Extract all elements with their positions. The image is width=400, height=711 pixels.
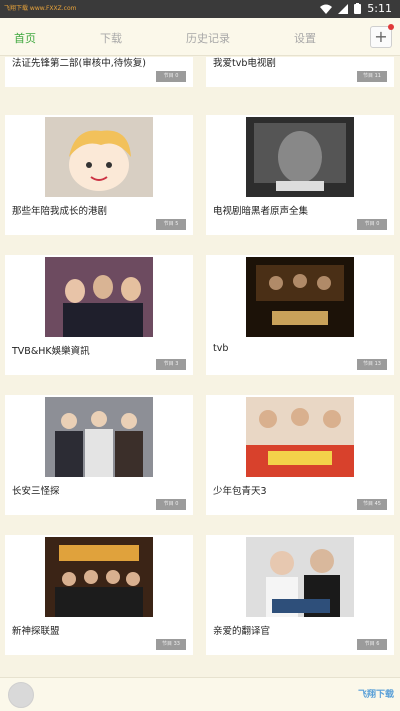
card-title: 我爱tvb电视剧 bbox=[213, 58, 276, 69]
playlist-card[interactable]: 少年包青天3 节目 45 bbox=[206, 395, 394, 515]
playlist-card[interactable]: 电视剧暗黑者原声全集 节目 0 bbox=[206, 115, 394, 235]
card-title: tvb bbox=[213, 343, 229, 354]
playlist-card[interactable]: tvb 节目 13 bbox=[206, 255, 394, 375]
status-icons: 5:11 bbox=[320, 2, 392, 15]
playlist-card[interactable]: 亲爱的翻译官 节目 6 bbox=[206, 535, 394, 655]
battery-icon bbox=[354, 3, 362, 14]
clock: 5:11 bbox=[367, 2, 392, 15]
plus-icon: + bbox=[374, 27, 388, 46]
card-title: 电视剧暗黑者原声全集 bbox=[213, 206, 309, 217]
add-button[interactable]: + bbox=[370, 24, 394, 48]
avatar[interactable] bbox=[8, 682, 34, 708]
card-title: 长安三怪探 bbox=[12, 486, 60, 497]
card-count-badge: 节目 11 bbox=[357, 71, 387, 82]
card-title: TVB&HK娛樂資訊 bbox=[12, 346, 90, 357]
watermark: 飞翔下载 www.FXXZ.com bbox=[4, 5, 77, 12]
card-title: 亲爱的翻译官 bbox=[213, 626, 271, 637]
playlist-card[interactable]: 我爱tvb电视剧 节目 11 bbox=[206, 57, 394, 87]
playlist-card[interactable]: TVB&HK娛樂資訊 节目 3 bbox=[5, 255, 193, 375]
notification-dot bbox=[388, 24, 394, 30]
card-count-badge: 节目 13 bbox=[357, 359, 387, 370]
card-count-badge: 节目 45 bbox=[357, 499, 387, 510]
card-count-badge: 节目 0 bbox=[357, 219, 387, 230]
site-logo: 飞翔下载 bbox=[357, 690, 394, 700]
card-count-badge: 节目 0 bbox=[156, 71, 186, 82]
tab-history[interactable]: 历史记录 bbox=[186, 30, 230, 46]
drama-poster-thumbnail bbox=[246, 257, 354, 337]
cartoon-thumbnail bbox=[45, 117, 153, 197]
playlist-card[interactable]: 长安三怪探 节目 0 bbox=[5, 395, 193, 515]
tab-download[interactable]: 下载 bbox=[100, 30, 122, 46]
drama-poster-thumbnail bbox=[45, 397, 153, 477]
tab-bar: 首页 下载 历史记录 设置 + bbox=[0, 18, 400, 56]
drama-poster-thumbnail bbox=[246, 397, 354, 477]
card-count-badge: 节目 33 bbox=[156, 639, 186, 650]
drama-poster-thumbnail bbox=[246, 537, 354, 617]
playlist-card[interactable]: 法证先锋第二部(审核中,待恢复) 节目 0 bbox=[5, 57, 193, 87]
tab-home[interactable]: 首页 bbox=[14, 30, 36, 46]
bottom-bar: 飞翔下载 bbox=[0, 677, 400, 711]
signal-icon bbox=[338, 3, 349, 14]
card-title: 少年包青天3 bbox=[213, 486, 267, 497]
drama-poster-thumbnail bbox=[246, 117, 354, 197]
status-bar: 飞翔下载 www.FXXZ.com 5:11 bbox=[0, 0, 400, 18]
card-title: 新神探联盟 bbox=[12, 626, 60, 637]
tab-settings[interactable]: 设置 bbox=[294, 30, 316, 46]
card-title: 那些年陪我成长的港剧 bbox=[12, 206, 108, 217]
card-count-badge: 节目 0 bbox=[156, 499, 186, 510]
drama-poster-thumbnail bbox=[45, 537, 153, 617]
wifi-icon bbox=[320, 4, 333, 14]
card-count-badge: 节目 6 bbox=[357, 639, 387, 650]
playlist-grid: 法证先锋第二部(审核中,待恢复) 节目 0 我爱tvb电视剧 节目 11 那些年… bbox=[0, 57, 400, 677]
card-count-badge: 节目 3 bbox=[156, 359, 186, 370]
entertainment-photo-thumbnail bbox=[45, 257, 153, 337]
playlist-card[interactable]: 新神探联盟 节目 33 bbox=[5, 535, 193, 655]
card-count-badge: 节目 5 bbox=[156, 219, 186, 230]
card-title: 法证先锋第二部(审核中,待恢复) bbox=[12, 58, 146, 69]
playlist-card[interactable]: 那些年陪我成长的港剧 节目 5 bbox=[5, 115, 193, 235]
